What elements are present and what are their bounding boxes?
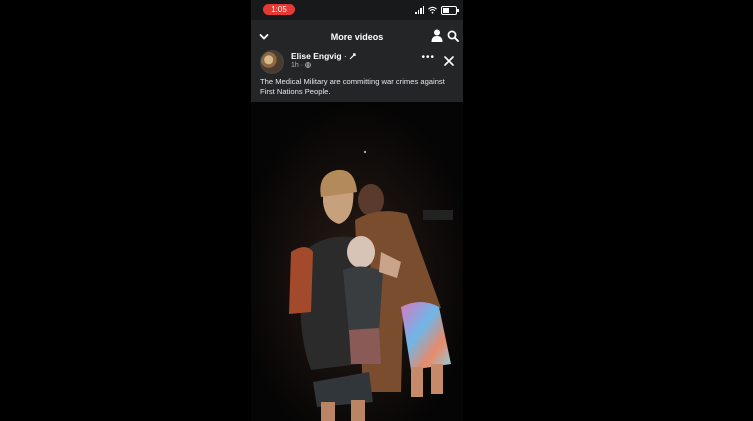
status-bar: 1:05 (251, 0, 463, 20)
search-icon[interactable] (447, 30, 459, 42)
author-name[interactable]: Elise Engvig · (291, 51, 356, 61)
battery-icon (441, 5, 459, 15)
video-player[interactable] (251, 102, 463, 421)
background-car (423, 210, 453, 220)
follow-icon[interactable] (349, 53, 356, 60)
globe-icon (305, 62, 311, 69)
phone-screen: 1:05 More videos Elise Engvig · 1h · •••… (251, 0, 463, 421)
video-header: More videos Elise Engvig · 1h · ••• The … (251, 20, 463, 102)
wifi-icon (428, 6, 437, 14)
status-time: 1:05 (263, 4, 295, 15)
status-icons (415, 5, 459, 15)
post-caption: The Medical Military are committing war … (260, 77, 445, 96)
post-meta: 1h · (291, 62, 311, 69)
video-frame (251, 102, 463, 421)
more-button[interactable]: ••• (421, 52, 435, 63)
close-icon[interactable] (444, 56, 454, 66)
author-name-text[interactable]: Elise Engvig (291, 51, 342, 61)
author-separator: · (343, 51, 347, 61)
post-time[interactable]: 1h (291, 62, 299, 69)
person-icon[interactable] (431, 29, 443, 42)
signal-icon (415, 6, 424, 14)
author-avatar[interactable] (260, 50, 284, 74)
distant-light (363, 150, 367, 154)
